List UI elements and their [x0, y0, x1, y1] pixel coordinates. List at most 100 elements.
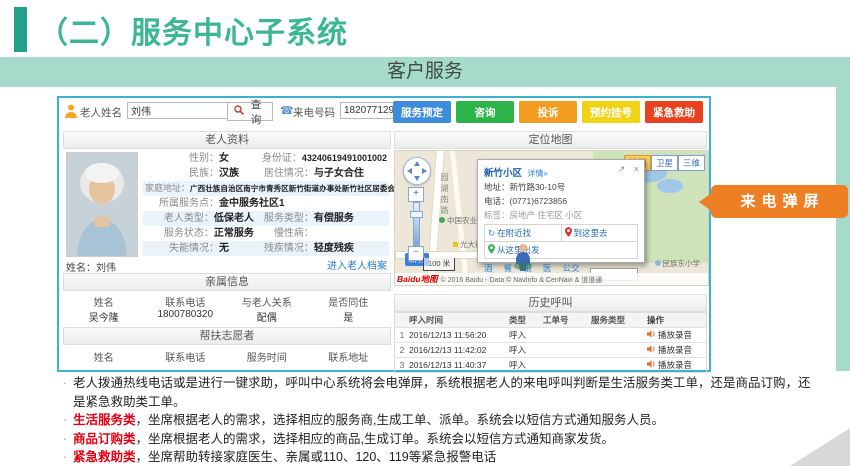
col-header: 操作 — [647, 313, 706, 327]
play-recording-link[interactable]: 播放录音 — [658, 343, 692, 357]
green-pin-icon — [488, 244, 495, 256]
note-item: · 老人拨通热线电话或是进行一键求助，呼叫中心系统将会电弹屏，系统根据老人的来电… — [57, 374, 815, 411]
call-history-table: 呼入时间 类型 工单号 服务类型 操作 1 2016/12/13 11:56:2… — [394, 312, 707, 373]
incoming-call-callout: 来电弹屏 — [698, 185, 848, 218]
volunteers-headers: 姓名 联系电话 服务时间 联系地址 — [63, 349, 389, 364]
bullet-icon: · — [57, 430, 73, 449]
relatives-headers: 姓名 联系电话 与老人关系 是否同住 — [63, 294, 389, 309]
right-accent-strip — [836, 87, 850, 371]
field-value: 与子女合住 — [314, 166, 364, 181]
col-header: 与老人关系 — [226, 294, 308, 309]
note-text: 老人拨通热线电话或是进行一键求助，呼叫中心系统将会电弹屏，系统根据老人的来电呼叫… — [73, 376, 811, 409]
tab-label: 到这里去 — [574, 227, 608, 239]
cell: 2 — [395, 343, 409, 357]
map-zoom-slider[interactable]: + − — [408, 187, 424, 261]
field-value: 43240619491001002 — [302, 151, 387, 166]
speaker-icon — [647, 343, 656, 357]
cell: 2016/12/13 11:56:20 — [409, 328, 509, 342]
field-value: 金中服务社区1 — [219, 196, 285, 211]
bullet-icon: · — [57, 411, 73, 430]
emergency-button[interactable]: 紧急救助 — [645, 101, 703, 123]
map-attribution: Baidu地图© 2016 Baidu - Data © NavInfo & C… — [395, 273, 708, 285]
col-header: 姓名 — [63, 294, 145, 309]
service-booking-button[interactable]: 服务预定 — [393, 101, 451, 123]
profile-fields: 性别：女 身份证：43240619491001002 民族：汉族 居住情况：与子… — [143, 151, 389, 256]
share-icon[interactable]: ↗ — [618, 164, 626, 174]
cell: 呼入 — [509, 358, 543, 372]
nearby-icon: ↻ — [488, 228, 495, 239]
zoom-in-button[interactable]: + — [408, 187, 424, 202]
note-text: ，坐席根据老人的需求，选择相应的商品,生成订单。系统会以短信方式通知商家发货。 — [136, 432, 614, 446]
map-compass-control[interactable] — [403, 157, 431, 185]
note-text: ，坐席根据老人的需求，选择相应的服务商,生成工单、派单。系统会以短信方式通知服务… — [136, 413, 664, 427]
map-info-popup: ↗ × 新竹小区 详情» 地址：新竹路30-10号 电话：(0771)67238… — [477, 159, 645, 263]
field-value: 广西壮族自治区南宁市青秀区新竹街道办事处新竹社区居委会 — [190, 181, 395, 196]
elder-name-input[interactable] — [127, 102, 229, 119]
history-section-title: 历史呼叫 — [394, 294, 707, 312]
cell — [543, 343, 591, 357]
col-header: 姓名 — [63, 349, 145, 364]
map-section-title: 定位地图 — [394, 131, 707, 149]
field-value: 无 — [219, 241, 229, 256]
field-label: 服务类型： — [254, 211, 314, 226]
map-view-3d[interactable]: 三维 — [678, 155, 705, 171]
enter-archive-link[interactable]: 进入老人档案 — [327, 257, 387, 272]
cell — [543, 358, 591, 372]
tab-search-nearby[interactable]: ↻ 在附近找 — [485, 225, 562, 241]
cell — [591, 328, 647, 342]
title-accent-bar — [14, 7, 27, 52]
field-label: 残疾情况： — [254, 241, 314, 256]
map-road-label: 园湖南路 — [439, 173, 450, 217]
note-term: 生活服务类 — [73, 413, 136, 427]
popup-details-link[interactable]: 详情» — [527, 169, 547, 178]
slide: （二）服务中心子系统 客户服务 老人姓名 查询 ☎ 来电号码 服务预定 咨询 — [0, 0, 850, 466]
map-view-satellite[interactable]: 卫星 — [651, 155, 678, 171]
profile-row: 所属服务点：金中服务社区1 — [143, 196, 389, 211]
cell: 3 — [395, 358, 409, 372]
map-person-figure — [513, 243, 533, 274]
app-screenshot: 老人姓名 查询 ☎ 来电号码 服务预定 咨询 投诉 预约挂号 紧急救助 老人资料 — [57, 96, 711, 372]
zoom-out-button[interactable]: − — [408, 246, 424, 261]
popup-tabs: ↻ 在附近找 到这里去 — [484, 224, 638, 242]
profile-section-title: 老人资料 — [63, 131, 391, 149]
history-header-row: 呼入时间 类型 工单号 服务类型 操作 — [395, 312, 706, 327]
consult-button[interactable]: 咨询 — [456, 101, 514, 123]
popup-place-name: 新竹小区 — [484, 168, 522, 179]
field-value: 汉族 — [219, 166, 239, 181]
zoom-handle[interactable] — [410, 211, 423, 218]
close-icon[interactable]: × — [634, 164, 639, 174]
cell: 配偶 — [226, 309, 308, 324]
poi-text: 民族东小学 — [663, 259, 701, 268]
photo-name: 姓名：刘伟 — [66, 259, 116, 274]
col-header: 联系电话 — [145, 349, 227, 364]
appointment-button[interactable]: 预约挂号 — [582, 101, 640, 123]
subtitle-banner: 客户服务 — [0, 57, 850, 87]
baidu-map[interactable]: 园湖南路 中国农业银行 光大银行 民族东小学 新竹 + − 地图 卫星 三维 — [394, 150, 709, 286]
callout-label: 来电弹屏 — [711, 185, 848, 218]
field-label: 所属服务点： — [145, 196, 219, 211]
speaker-icon — [647, 358, 656, 372]
magnifier-icon — [234, 105, 244, 118]
cell: 吴今隆 — [63, 309, 145, 324]
play-recording-link[interactable]: 播放录音 — [658, 328, 692, 342]
map-lake — [657, 179, 683, 193]
tab-depart-here[interactable]: 从这里出发 — [484, 242, 638, 259]
note-item: · 紧急救助类，坐席帮助转接家庭医生、亲属或110、120、119等紧急报警电话 — [57, 448, 815, 466]
field-value: 低保老人 — [214, 211, 254, 226]
profile-row: 老人类型：低保老人 服务类型：有偿服务 — [143, 211, 389, 226]
popup-address: 地址：新竹路30-10号 — [484, 181, 638, 193]
col-header: 是否同住 — [308, 294, 390, 309]
complaint-button[interactable]: 投诉 — [519, 101, 577, 123]
cell: 是 — [308, 309, 390, 324]
play-recording-link[interactable]: 播放录音 — [658, 358, 692, 372]
field-value: 正常服务 — [214, 226, 254, 241]
popup-icons: ↗ × — [612, 164, 639, 175]
notes-list: · 老人拨通热线电话或是进行一键求助，呼叫中心系统将会电弹屏，系统根据老人的来电… — [57, 374, 815, 466]
tab-go-here[interactable]: 到这里去 — [562, 225, 638, 241]
search-button[interactable]: 查询 — [227, 102, 273, 121]
cell: 1800780320 — [145, 309, 227, 324]
page-title: （二）服务中心子系统 — [38, 8, 348, 52]
profile-row: 民族：汉族 居住情况：与子女合住 — [143, 166, 389, 181]
col-header: 联系电话 — [145, 294, 227, 309]
field-value: 轻度残疾 — [314, 241, 354, 256]
